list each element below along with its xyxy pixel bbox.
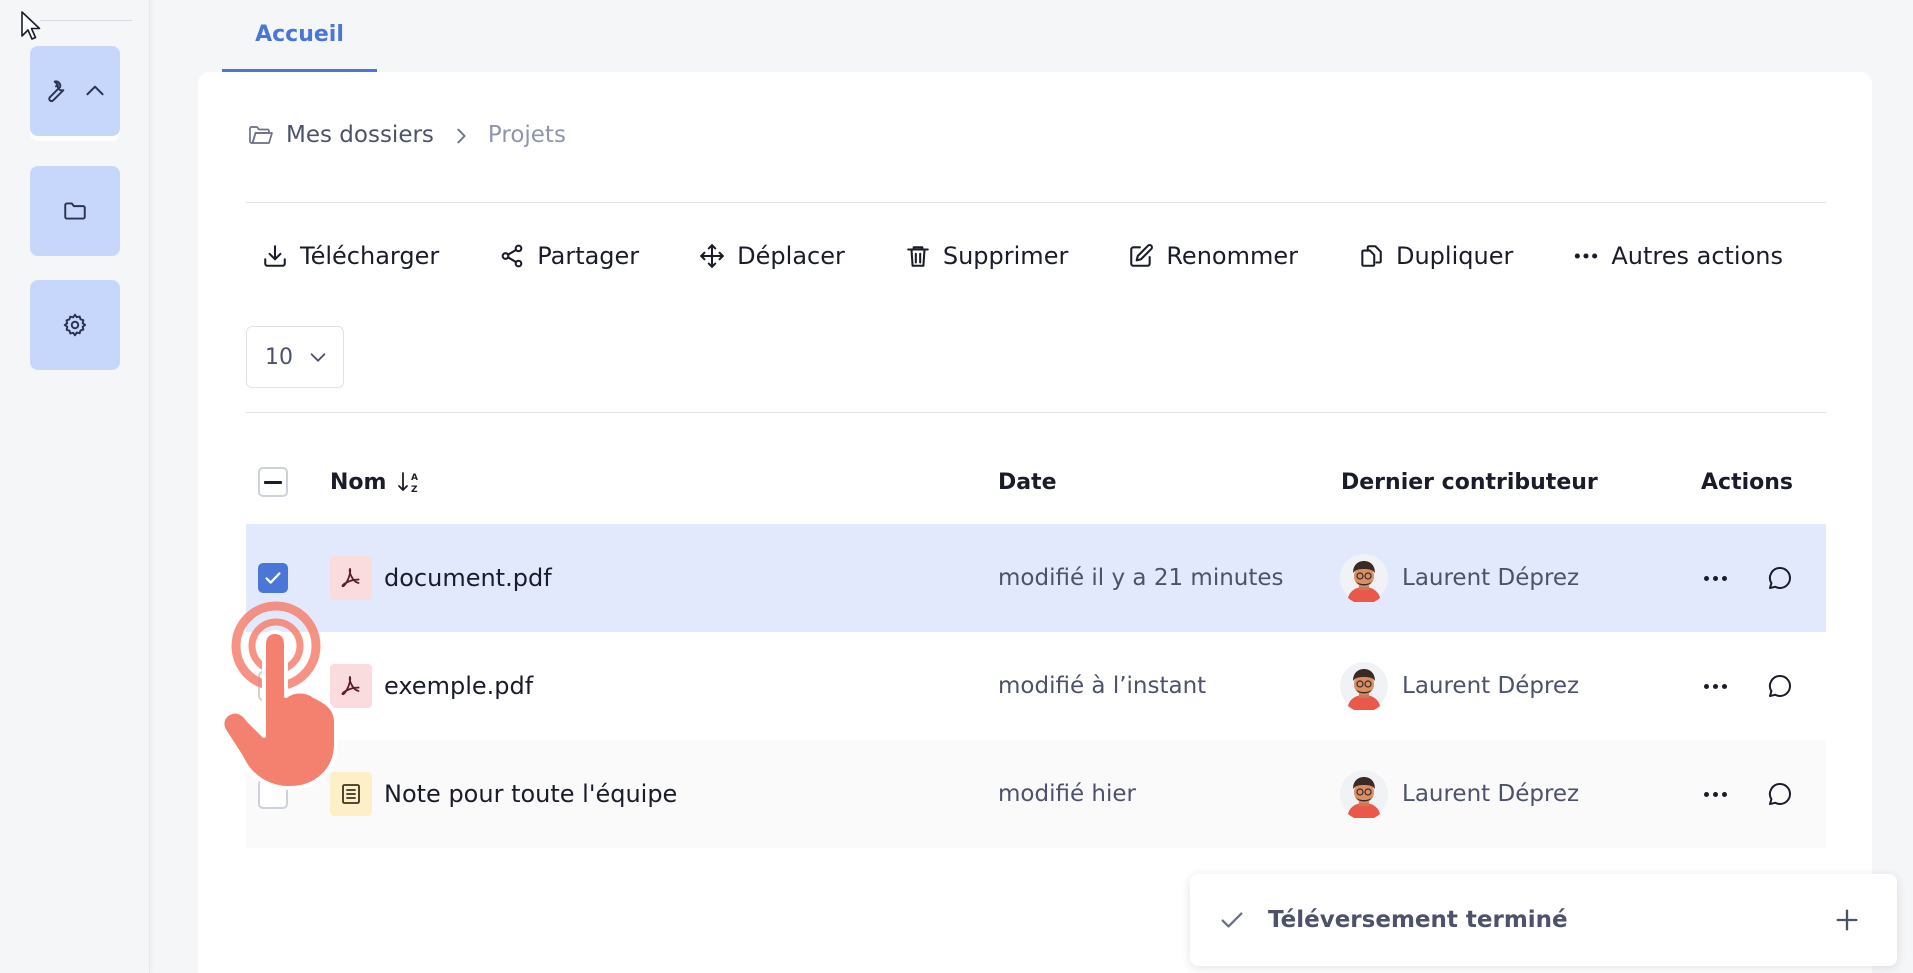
avatar <box>1340 770 1388 818</box>
breadcrumb: Mes dossiers Projets <box>248 122 566 148</box>
download-label: Télécharger <box>300 242 440 270</box>
expand-toast-button[interactable] <box>1833 906 1861 934</box>
delete-button[interactable]: Supprimer <box>905 242 1068 270</box>
page-size-select[interactable]: 10 <box>246 326 344 388</box>
file-date: modifié hier <box>998 781 1136 807</box>
contributor-name: Laurent Déprez <box>1402 565 1580 591</box>
svg-text:Z: Z <box>411 485 418 495</box>
comment-icon[interactable] <box>1766 564 1794 592</box>
more-horizontal-icon <box>1575 253 1598 259</box>
pdf-file-icon <box>330 556 372 600</box>
upload-complete-toast: Téléversement terminé <box>1190 874 1897 966</box>
download-button[interactable]: Télécharger <box>262 242 439 270</box>
file-name[interactable]: document.pdf <box>384 524 552 632</box>
action-toolbar: Télécharger Partager Déplacer Supprimer … <box>262 242 1783 270</box>
table-row[interactable]: Note pour toute l'équipe modifié hier La… <box>246 740 1826 848</box>
contributor-name: Laurent Déprez <box>1402 781 1580 807</box>
rename-label: Renommer <box>1166 242 1298 270</box>
file-date: modifié à l’instant <box>998 673 1207 699</box>
avatar <box>1340 554 1388 602</box>
sort-ascending-icon: AZ <box>398 472 418 495</box>
column-header-actions: Actions <box>1701 469 1793 495</box>
folders-button[interactable] <box>30 166 120 256</box>
open-folder-icon <box>248 124 274 146</box>
share-label: Partager <box>537 242 640 270</box>
tab-accueil[interactable]: Accueil <box>222 0 377 72</box>
settings-button[interactable] <box>30 280 120 370</box>
column-header-contributor[interactable]: Dernier contributeur <box>1341 444 1598 520</box>
duplicate-icon <box>1361 245 1382 267</box>
row-more-button[interactable] <box>1700 564 1730 592</box>
move-label: Déplacer <box>737 242 845 270</box>
mouse-cursor-icon <box>21 11 41 40</box>
share-button[interactable]: Partager <box>499 242 639 270</box>
row-checkbox[interactable] <box>258 563 288 593</box>
file-date: modifié il y a 21 minutes <box>998 565 1284 591</box>
plus-icon <box>1836 909 1858 931</box>
page-size-value: 10 <box>265 344 293 370</box>
folder-icon <box>64 202 86 220</box>
avatar <box>1340 662 1388 710</box>
chevron-down-icon <box>310 353 326 362</box>
column-name-label: Nom <box>330 469 387 495</box>
chevron-up-icon <box>86 85 104 96</box>
wrench-icon <box>48 80 65 102</box>
move-icon <box>700 244 725 268</box>
svg-text:A: A <box>411 473 418 483</box>
breadcrumb-current: Projets <box>487 122 566 148</box>
left-rail <box>0 0 150 973</box>
table-row[interactable]: document.pdf modifié il y a 21 minutes L… <box>246 524 1826 632</box>
more-actions-button[interactable]: Autres actions <box>1573 242 1783 270</box>
rail-divider <box>40 20 132 21</box>
breadcrumb-root[interactable]: Mes dossiers <box>286 122 434 148</box>
table-row[interactable]: exemple.pdf modifié à l’instant Laurent … <box>246 632 1826 740</box>
column-header-name[interactable]: Nom AZ <box>330 444 422 520</box>
divider <box>246 202 1826 203</box>
main-panel: Mes dossiers Projets Télécharger Partage… <box>198 72 1872 973</box>
edit-icon <box>1130 244 1154 267</box>
check-icon <box>1218 906 1246 934</box>
check-icon <box>265 572 281 584</box>
share-icon <box>501 244 523 268</box>
rename-button[interactable]: Renommer <box>1128 242 1298 270</box>
toast-message: Téléversement terminé <box>1268 907 1568 933</box>
comment-icon[interactable] <box>1766 672 1794 700</box>
file-name[interactable]: Note pour toute l'équipe <box>384 740 677 848</box>
trash-icon <box>907 246 929 267</box>
comment-icon[interactable] <box>1766 780 1794 808</box>
gear-icon <box>63 313 87 337</box>
duplicate-button[interactable]: Dupliquer <box>1358 242 1513 270</box>
tap-gesture-hand-icon <box>220 601 338 790</box>
row-more-button[interactable] <box>1700 672 1730 700</box>
more-actions-label: Autres actions <box>1611 242 1783 270</box>
tools-menu-button[interactable] <box>30 46 120 136</box>
duplicate-label: Dupliquer <box>1395 242 1514 270</box>
select-all-checkbox[interactable] <box>258 467 288 497</box>
file-name[interactable]: exemple.pdf <box>384 632 533 740</box>
delete-label: Supprimer <box>942 242 1069 270</box>
chevron-right-icon <box>450 123 472 148</box>
divider <box>246 412 1826 413</box>
column-header-date[interactable]: Date <box>998 444 1057 520</box>
move-button[interactable]: Déplacer <box>699 242 845 270</box>
row-more-button[interactable] <box>1700 780 1730 808</box>
download-icon <box>264 245 286 267</box>
table-header: Nom AZ Date Dernier contributeur Actions <box>246 444 1826 520</box>
contributor-name: Laurent Déprez <box>1402 673 1580 699</box>
